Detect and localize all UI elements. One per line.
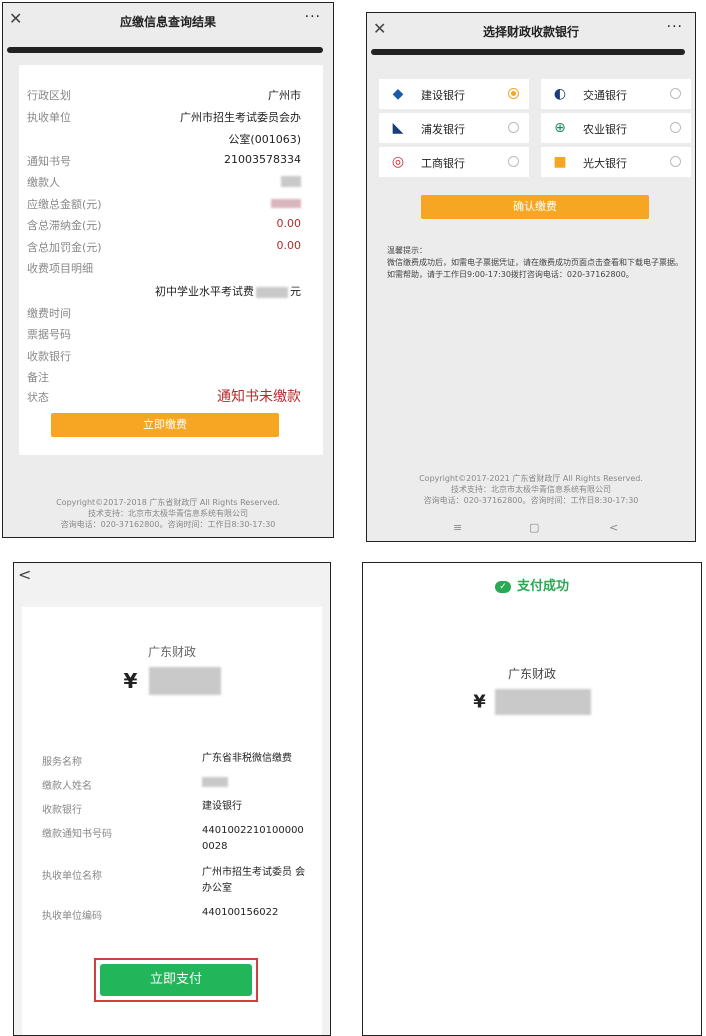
bank-option-spdb[interactable]: ◣ 浦发银行	[379, 113, 529, 143]
android-nav-bar: ≡ ▢ <	[367, 521, 695, 541]
footer: Copyright©2017-2018 广东省财政厅 All Rights Re…	[56, 498, 280, 529]
menu-icon[interactable]: ≡	[453, 521, 462, 534]
redacted-amount	[271, 198, 301, 208]
status-badge: 通知书未缴款	[217, 389, 301, 405]
bocom-logo-icon: ◐	[553, 86, 567, 102]
redacted-name	[202, 777, 228, 787]
payment-confirm-screen: < 广东财政 ¥ 服务名称 广东省非税微信缴费 缴款人姓名 收款银行 建设银行 …	[13, 562, 331, 1036]
radio-selected[interactable]	[508, 88, 519, 99]
wechat-pay-icon: ✓	[494, 580, 511, 593]
payment-success-screen: ✓ 支付成功 广东财政 ¥	[362, 562, 702, 1036]
redacted-amount	[494, 689, 591, 715]
bank-select-screen: ✕ 选择财政收款银行 ··· ◆ 建设银行 ◐ 交通银行 ◣ 浦发银行 ⊕ 农业…	[366, 12, 696, 542]
pay-now-button[interactable]: 立即缴费	[51, 413, 279, 437]
bank-option-ceb[interactable]: ■ 光大银行	[541, 147, 691, 177]
redacted-amount	[148, 667, 221, 695]
query-result-screen: ✕ 应缴信息查询结果 ··· 行政区划 广州市 执收单位 广州市招生考试委员会办 公…	[2, 2, 334, 538]
confirm-pay-button[interactable]: 确认缴费	[421, 195, 649, 219]
pay-highlight: 立即支付	[94, 958, 258, 1002]
footer: Copyright©2017-2021 广东省财政厅 All Rights Re…	[419, 474, 643, 505]
home-icon[interactable]: ▢	[529, 521, 539, 534]
more-icon[interactable]: ···	[667, 19, 683, 35]
result-card: 行政区划 广州市 执收单位 广州市招生考试委员会办 公室(001063) 通知书号 2…	[19, 65, 323, 455]
progress-bar	[7, 47, 323, 53]
bank-grid: ◆ 建设银行 ◐ 交通银行 ◣ 浦发银行 ⊕ 农业银行 ◎ 工商银行 ■ 光大银…	[379, 79, 693, 191]
abc-logo-icon: ⊕	[554, 120, 566, 136]
payee-name: 广东财政	[147, 645, 196, 659]
amount: ¥	[363, 689, 701, 715]
more-icon[interactable]: ···	[305, 9, 321, 25]
radio-unselected[interactable]	[670, 156, 681, 167]
amount: ¥	[22, 667, 322, 695]
header: ✕ 选择财政收款银行 ···	[367, 13, 695, 49]
radio-unselected[interactable]	[670, 88, 681, 99]
pay-now-button[interactable]: 立即支付	[100, 964, 252, 996]
radio-unselected[interactable]	[670, 122, 681, 133]
tip-text: 温馨提示： 微信缴费成功后，如需电子票据凭证，请在缴费成功页面点击查看和下载电子…	[387, 246, 683, 279]
page-title: 选择财政收款银行	[482, 25, 579, 39]
payment-card: 广东财政 ¥ 服务名称 广东省非税微信缴费 缴款人姓名 收款银行 建设银行 缴款…	[22, 607, 322, 1035]
progress-bar	[371, 49, 685, 55]
redacted-fee	[256, 286, 288, 298]
page-title: 应缴信息查询结果	[119, 15, 216, 29]
bank-option-ccb[interactable]: ◆ 建设银行	[379, 79, 529, 109]
header: ✕ 应缴信息查询结果 ···	[3, 3, 333, 39]
radio-unselected[interactable]	[508, 156, 519, 167]
bank-option-icbc[interactable]: ◎ 工商银行	[379, 147, 529, 177]
back-icon[interactable]: <	[609, 521, 618, 534]
redacted-name	[281, 175, 301, 187]
icbc-logo-icon: ◎	[391, 154, 405, 170]
ceb-logo-icon: ■	[553, 154, 567, 170]
radio-unselected[interactable]	[508, 122, 519, 133]
ccb-logo-icon: ◆	[392, 86, 404, 102]
payee-name: 广东财政	[507, 667, 556, 681]
spdb-logo-icon: ◣	[392, 120, 404, 136]
bank-option-abc[interactable]: ⊕ 农业银行	[541, 113, 691, 143]
bank-option-bocom[interactable]: ◐ 交通银行	[541, 79, 691, 109]
back-arrow-icon[interactable]: <	[18, 565, 31, 584]
success-title: ✓ 支付成功	[363, 575, 701, 594]
